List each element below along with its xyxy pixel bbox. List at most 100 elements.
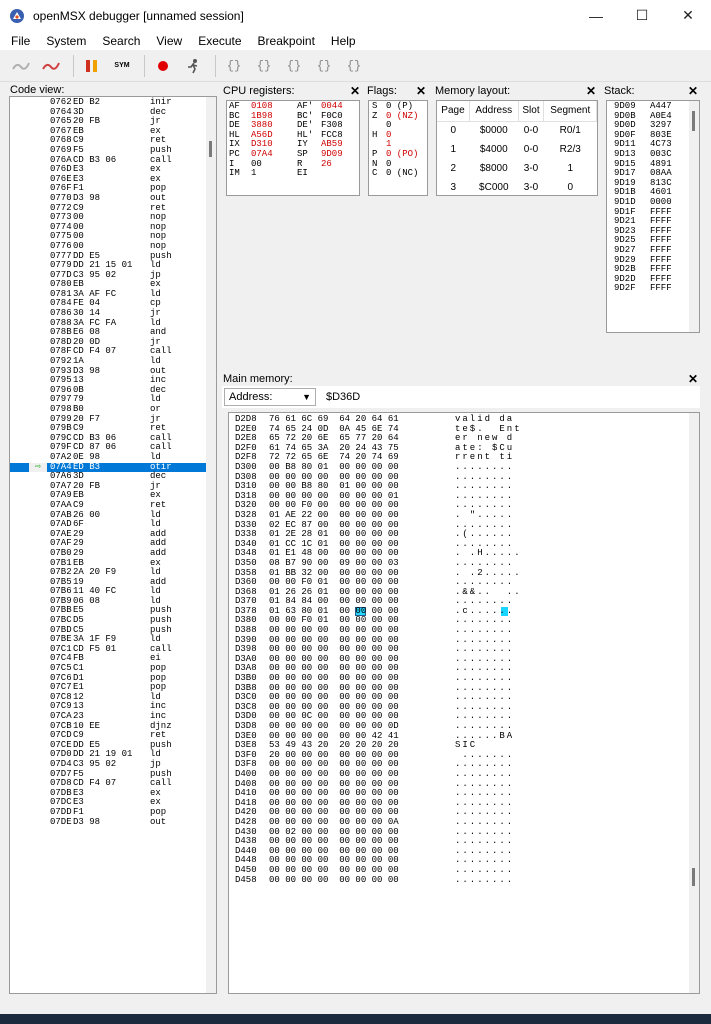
code-row[interactable]: 0768 C9 ret — [10, 136, 206, 146]
symbols-button[interactable]: SYM — [109, 53, 135, 79]
menu-file[interactable]: File — [8, 34, 33, 48]
code-row[interactable]: 0796 0B dec — [10, 385, 206, 396]
memory-scroll-thumb[interactable] — [692, 868, 695, 886]
code-row[interactable]: 076F F1 pop — [10, 184, 206, 194]
code-row[interactable]: 0776 00 nop — [10, 241, 206, 252]
code-row[interactable]: 07AF 29 add — [10, 539, 206, 549]
code-row[interactable]: 07C8 12 ld — [10, 692, 206, 703]
code-row[interactable]: 07BC D5 push — [10, 615, 206, 626]
code-row[interactable]: 077D C3 95 02 jp — [10, 270, 206, 281]
code-row[interactable]: 07C7 E1 pop — [10, 683, 206, 693]
code-row[interactable]: 07AB 26 00 ld — [10, 510, 206, 521]
stack-panel[interactable]: 9D09 A447 9D0B A0E4 9D0D 3297 9D0F 803E 9D11 4C73… — [606, 100, 700, 333]
code-row[interactable]: 0773 00 nop — [10, 213, 206, 223]
code-row[interactable]: 0781 3A AF FC ld — [10, 289, 206, 300]
close-main-memory-icon[interactable]: ✕ — [688, 372, 700, 386]
address-mode-select[interactable]: Address: ▼ — [224, 388, 316, 406]
code-row[interactable]: 0788 3A FC FA ld — [10, 318, 206, 329]
code-row[interactable]: 0784 FE 04 cp — [10, 299, 206, 309]
code-row[interactable]: 0770 D3 98 out — [10, 193, 206, 204]
code-row[interactable]: 07B0 29 add — [10, 548, 206, 559]
address-input[interactable]: $D36D — [326, 391, 360, 403]
code-row[interactable]: ⇨ 07A4 ED B3 otir — [10, 462, 206, 473]
code-row[interactable]: 076A CD B3 06 call — [10, 155, 206, 166]
memory-scrollbar[interactable] — [689, 413, 699, 993]
stack-scroll-thumb[interactable] — [692, 111, 695, 131]
maximize-button[interactable]: ☐ — [619, 0, 665, 31]
stack-scrollbar[interactable] — [689, 101, 699, 332]
connect-button[interactable] — [8, 53, 34, 79]
code-row[interactable]: 07DE D3 98 out — [10, 817, 206, 828]
code-row[interactable]: 078B E6 08 and — [10, 328, 206, 338]
code-row[interactable]: 07C4 FB ei — [10, 654, 206, 664]
code-row[interactable]: 0767 EB ex — [10, 126, 206, 137]
register-value[interactable]: 26 — [321, 159, 332, 170]
code-row[interactable]: 0798 B0 or — [10, 404, 206, 415]
step-over-button[interactable]: {} — [251, 53, 277, 79]
menu-breakpoint[interactable]: Breakpoint — [255, 34, 318, 48]
code-view-scroll-thumb[interactable] — [209, 141, 212, 157]
code-row[interactable]: 0799 20 F7 jr — [10, 414, 206, 425]
memory-ascii[interactable]: ........ — [455, 875, 514, 886]
code-row[interactable]: 07CB 10 EE djnz — [10, 721, 206, 732]
code-row[interactable]: 0797 79 ld — [10, 395, 206, 405]
code-row[interactable]: 07A6 3D dec — [10, 472, 206, 482]
close-flags-icon[interactable]: ✕ — [416, 84, 428, 98]
step-out-button[interactable]: {} — [281, 53, 307, 79]
code-row[interactable]: 07BB E5 push — [10, 606, 206, 616]
code-row[interactable]: 0792 1A ld — [10, 356, 206, 367]
code-row[interactable]: 07C6 D1 pop — [10, 673, 206, 684]
code-row[interactable]: 0765 20 FB jr — [10, 117, 206, 127]
code-row[interactable]: 076E E3 ex — [10, 174, 206, 185]
run-to-button[interactable]: {} — [311, 53, 337, 79]
code-row[interactable]: 07B6 11 40 FC ld — [10, 587, 206, 597]
code-row[interactable]: 07D4 C3 95 02 jp — [10, 759, 206, 770]
code-row[interactable]: 07A9 EB ex — [10, 491, 206, 501]
code-row[interactable]: 078F CD F4 07 call — [10, 347, 206, 357]
minimize-button[interactable]: — — [573, 0, 619, 31]
close-stack-icon[interactable]: ✕ — [688, 84, 700, 98]
step-in-button[interactable]: {} — [221, 53, 247, 79]
pause-button[interactable] — [79, 53, 105, 79]
code-row[interactable]: 0795 13 inc — [10, 376, 206, 386]
close-window-button[interactable]: ✕ — [665, 0, 711, 31]
code-row[interactable]: 07D8 CD F4 07 call — [10, 779, 206, 789]
code-row[interactable]: 07DC E3 ex — [10, 798, 206, 808]
code-row[interactable]: 07CA 23 inc — [10, 711, 206, 722]
code-row[interactable]: 07DD F1 pop — [10, 807, 206, 818]
code-row[interactable]: 0793 D3 98 out — [10, 366, 206, 377]
step-back-button[interactable]: {} — [341, 53, 367, 79]
code-row[interactable]: 0762 ED B2 inir — [10, 97, 206, 108]
code-row[interactable]: 07C5 C1 pop — [10, 663, 206, 674]
code-view[interactable]: 0762 ED B2 inir 0764 3D dec 0765 20 FB jr 0767 EB e… — [9, 96, 217, 994]
code-row[interactable]: 07C1 CD F5 01 call — [10, 644, 206, 655]
code-row[interactable]: 07B2 2A 20 F9 ld — [10, 567, 206, 578]
main-memory-view[interactable]: D2D8 76 61 6C 69 64 20 64 61 valid da D2E0 7… — [228, 412, 700, 994]
menu-system[interactable]: System — [43, 34, 89, 48]
flag-value[interactable]: 0 (NC) — [386, 169, 418, 179]
code-row[interactable]: 076D E3 ex — [10, 165, 206, 175]
close-memory-layout-icon[interactable]: ✕ — [586, 84, 598, 98]
code-row[interactable]: 07AD 6F ld — [10, 520, 206, 530]
memory-hex-bytes[interactable]: 00 00 00 00 00 00 00 00 — [269, 875, 399, 886]
disconnect-button[interactable] — [38, 53, 64, 79]
menu-view[interactable]: View — [153, 34, 185, 48]
code-row[interactable]: 0774 00 nop — [10, 222, 206, 233]
code-row[interactable]: 07A7 20 FB jr — [10, 481, 206, 492]
code-row[interactable]: 0764 3D dec — [10, 107, 206, 118]
close-cpu-registers-icon[interactable]: ✕ — [350, 84, 362, 98]
code-row[interactable]: 07AE 29 add — [10, 529, 206, 540]
code-row[interactable]: 0775 00 nop — [10, 232, 206, 242]
memory-row[interactable]: D458 00 00 00 00 00 00 00 00........ — [229, 875, 689, 886]
menu-execute[interactable]: Execute — [195, 34, 244, 48]
code-row[interactable]: 07CD C9 ret — [10, 731, 206, 741]
code-row[interactable]: 079F CD 87 06 call — [10, 443, 206, 453]
code-view-scrollbar[interactable] — [206, 97, 216, 993]
code-row[interactable]: 07AA C9 ret — [10, 500, 206, 511]
register-value[interactable]: 1 — [251, 169, 256, 179]
code-row[interactable]: 07DB E3 ex — [10, 788, 206, 799]
code-row[interactable]: 07C9 13 inc — [10, 702, 206, 712]
code-row[interactable]: 07B9 06 08 ld — [10, 596, 206, 607]
breakpoint-button[interactable] — [150, 53, 176, 79]
code-row[interactable]: 0772 C9 ret — [10, 203, 206, 214]
